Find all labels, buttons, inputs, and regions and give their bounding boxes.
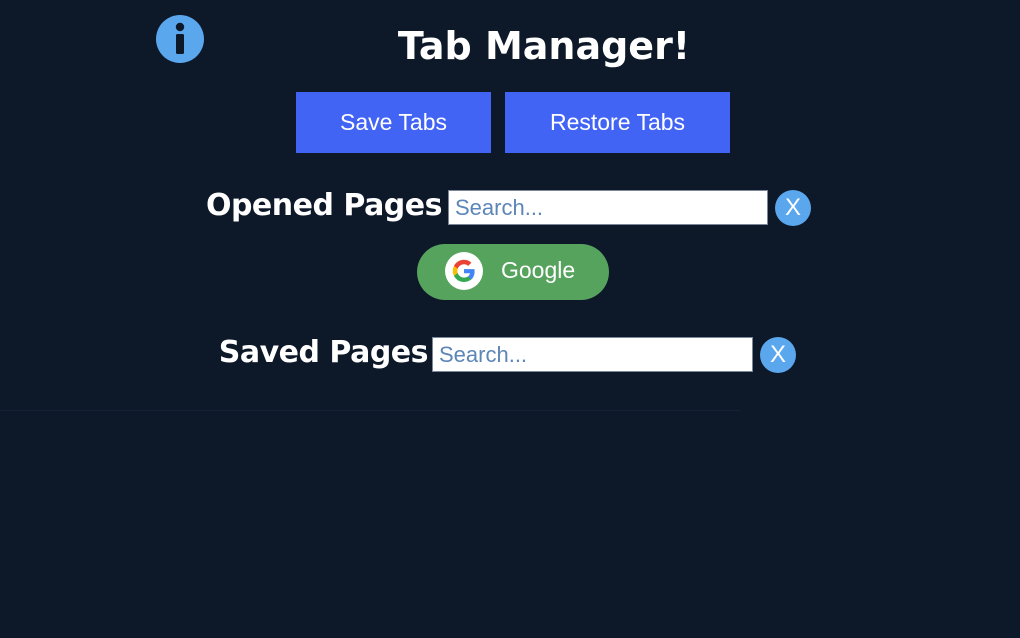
opened-pages-label: Opened Pages — [205, 188, 443, 223]
opened-pages-clear-button[interactable]: X — [775, 190, 811, 226]
app-title: Tab Manager! — [397, 24, 691, 68]
google-icon — [445, 252, 483, 290]
save-tabs-button[interactable]: Save Tabs — [296, 92, 491, 153]
opened-tab-item[interactable]: Google — [417, 244, 609, 300]
tab-title: Google — [501, 257, 576, 283]
saved-pages-search-input[interactable] — [432, 337, 753, 372]
restore-tabs-button[interactable]: Restore Tabs — [505, 92, 730, 153]
saved-pages-label: Saved Pages — [218, 335, 429, 370]
opened-pages-search-input[interactable] — [448, 190, 768, 225]
divider — [0, 410, 740, 411]
tab-manager-popup: Tab Manager! Save Tabs Restore Tabs Open… — [0, 0, 1020, 638]
saved-pages-clear-button[interactable]: X — [760, 337, 796, 373]
info-icon[interactable] — [155, 14, 205, 64]
